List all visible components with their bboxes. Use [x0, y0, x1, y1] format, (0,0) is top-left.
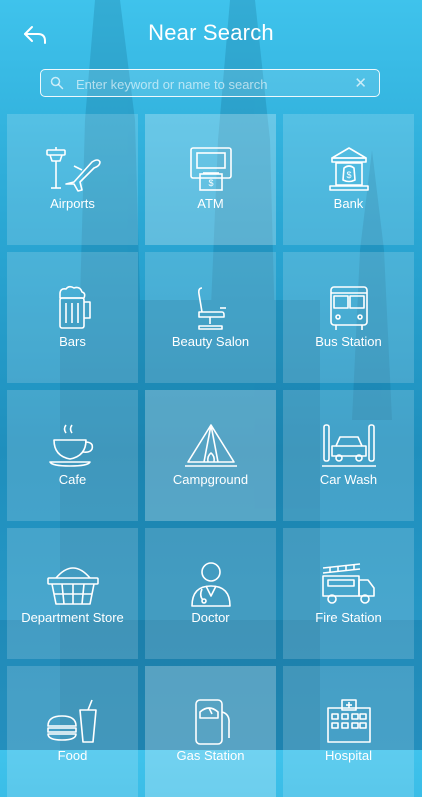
doctor-icon: [191, 562, 231, 607]
category-label: Food: [57, 748, 88, 763]
category-bars[interactable]: Bars: [7, 252, 138, 383]
category-label: Hospital: [325, 748, 372, 763]
search-input[interactable]: [74, 72, 348, 96]
category-bank[interactable]: $ Bank: [283, 114, 414, 245]
bus-icon: [330, 286, 368, 330]
salon-chair-icon: [198, 287, 226, 330]
category-label: ATM: [197, 196, 224, 211]
search-icon: [50, 76, 64, 90]
category-doctor[interactable]: Doctor: [145, 528, 276, 659]
airport-icon: [46, 147, 101, 192]
beer-mug-icon: [59, 285, 91, 329]
category-label: Airports: [50, 196, 95, 211]
category-beauty-salon[interactable]: Beauty Salon: [145, 252, 276, 383]
page-title: Near Search: [148, 20, 274, 45]
coffee-cup-icon: [49, 424, 94, 467]
category-car-wash[interactable]: Car Wash: [283, 390, 414, 521]
category-label: Department Store: [21, 610, 124, 625]
category-label: Doctor: [191, 610, 230, 625]
tent-icon: [185, 424, 237, 467]
category-fire-station[interactable]: Fire Station: [283, 528, 414, 659]
category-bus-station[interactable]: Bus Station: [283, 252, 414, 383]
shopping-basket-icon: [47, 567, 99, 605]
fuel-pump-icon: [195, 699, 230, 745]
category-gas-station[interactable]: Gas Station: [145, 666, 276, 797]
category-label: Beauty Salon: [171, 334, 250, 349]
category-hospital[interactable]: Hospital: [283, 666, 414, 797]
category-label: Car Wash: [319, 472, 378, 487]
category-label: Gas Station: [176, 748, 245, 763]
hospital-icon: [327, 699, 371, 743]
category-airports[interactable]: Airports: [7, 114, 138, 245]
category-cafe[interactable]: Cafe: [7, 390, 138, 521]
category-atm[interactable]: $ ATM: [145, 114, 276, 245]
category-label: Cafe: [58, 472, 87, 487]
clear-search-button[interactable]: ✕: [354, 74, 367, 92]
search-bar: ✕: [40, 69, 380, 97]
category-label: Bank: [333, 196, 364, 211]
category-label: Fire Station: [315, 610, 382, 625]
category-department-store[interactable]: Department Store: [7, 528, 138, 659]
svg-text:$: $: [208, 178, 213, 188]
fire-truck-icon: [322, 563, 375, 604]
category-label: Bus Station: [315, 334, 382, 349]
bank-icon: $: [329, 147, 369, 191]
category-campground[interactable]: Campground: [145, 390, 276, 521]
category-label: Campground: [172, 472, 249, 487]
car-wash-icon: [322, 424, 376, 467]
category-label: Bars: [59, 334, 86, 349]
svg-text:$: $: [346, 170, 351, 180]
header: Near Search: [0, 0, 422, 68]
fast-food-icon: [47, 699, 97, 743]
category-food[interactable]: Food: [7, 666, 138, 797]
atm-icon: $: [190, 147, 232, 191]
